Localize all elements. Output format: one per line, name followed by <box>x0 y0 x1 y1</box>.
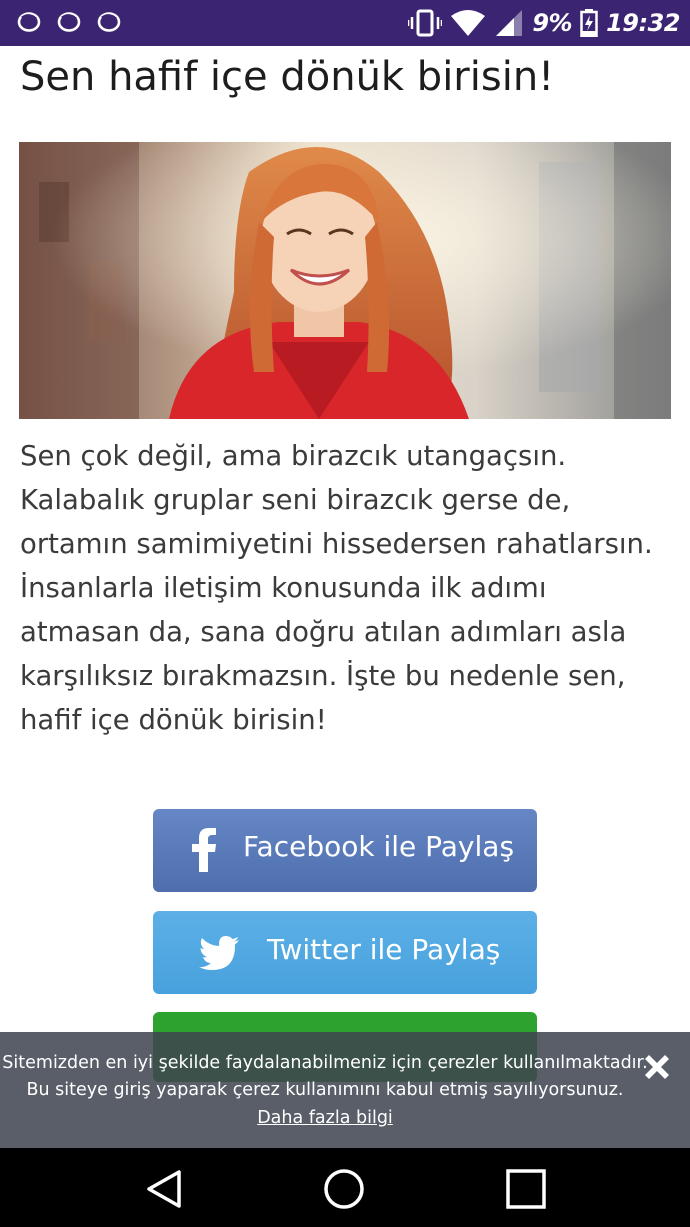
navigation-bar <box>0 1148 690 1227</box>
notification-ring-icon <box>97 12 121 32</box>
smiling-woman-photo <box>19 142 671 419</box>
result-description: Sen çok değil, ama birazcık utangaçsın. … <box>20 440 653 736</box>
notification-ring-icon <box>17 12 41 32</box>
wifi-icon <box>451 10 486 36</box>
cookie-banner: Sitemizden en iyi şekilde faydalanabilme… <box>0 1032 690 1148</box>
facebook-share-label: Facebook ile Paylaş <box>243 830 515 863</box>
system-status: 9% 19:32 <box>408 6 680 40</box>
facebook-icon <box>187 827 221 873</box>
battery-icon <box>580 9 598 37</box>
cookie-line-2: Bu siteye giriş yaparak çerez kullanımın… <box>26 1080 624 1100</box>
battery-percent: 9% <box>532 9 573 37</box>
vibrate-icon <box>408 9 443 37</box>
result-title: Sen hafif içe dönük birisin! <box>20 54 555 100</box>
cookie-text: Sitemizden en iyi şekilde faydalanabilme… <box>0 1050 650 1132</box>
back-icon[interactable] <box>143 1168 185 1210</box>
close-icon[interactable] <box>640 1050 674 1084</box>
clock: 19:32 <box>606 9 680 37</box>
facebook-share-button[interactable]: Facebook ile Paylaş <box>153 809 537 892</box>
signal-icon <box>496 10 523 36</box>
twitter-icon <box>199 933 239 973</box>
recents-icon[interactable] <box>505 1168 547 1210</box>
twitter-share-label: Twitter ile Paylaş <box>267 933 501 966</box>
home-icon[interactable] <box>323 1168 365 1210</box>
status-bar: 9% 19:32 <box>0 0 690 46</box>
cookie-line-1: Sitemizden en iyi şekilde faydalanabilme… <box>2 1053 648 1073</box>
more-info-link[interactable]: Daha fazla bilgi <box>257 1105 393 1132</box>
twitter-share-button[interactable]: Twitter ile Paylaş <box>153 911 537 994</box>
notification-icons <box>16 10 122 34</box>
notification-ring-icon <box>57 12 81 32</box>
